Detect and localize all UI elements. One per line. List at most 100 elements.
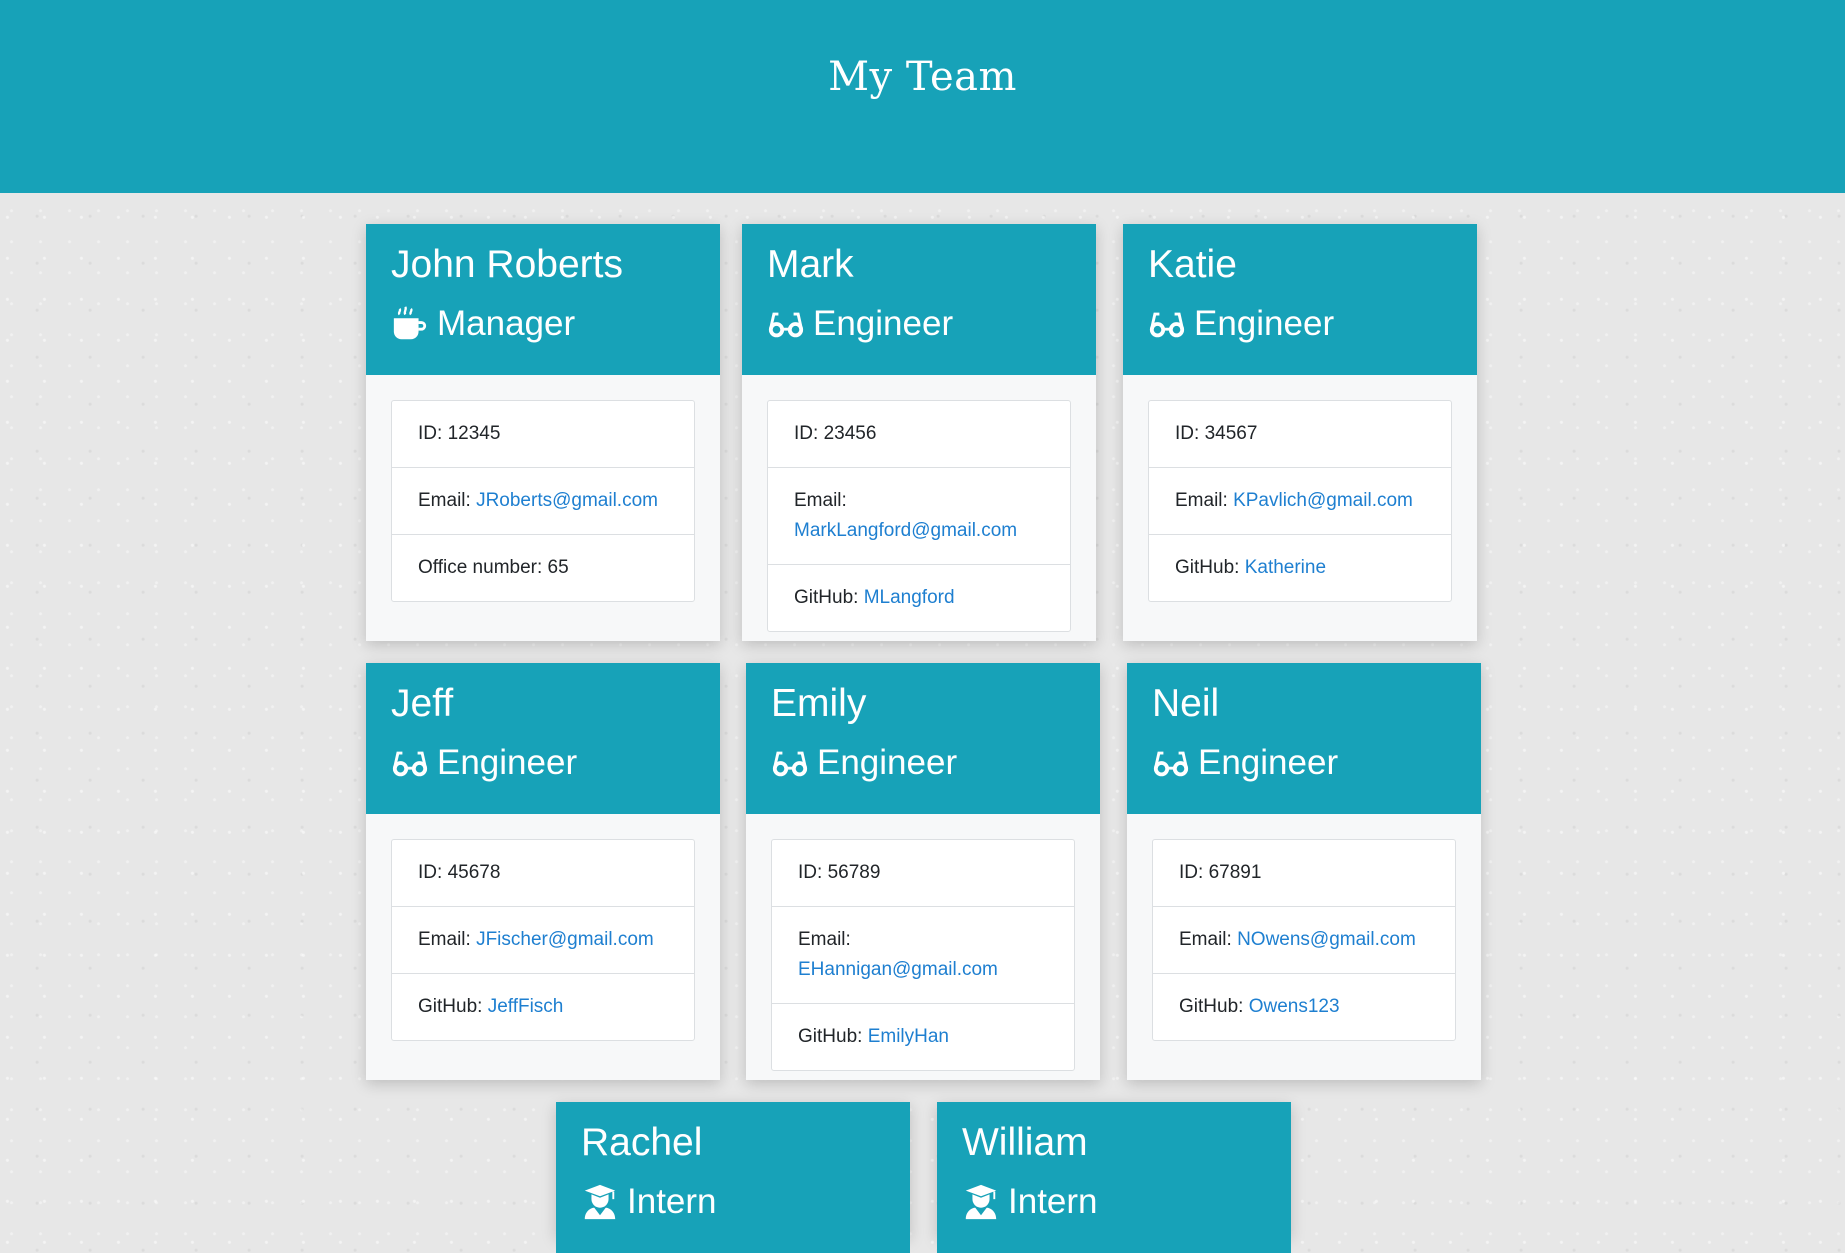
card-header: John Roberts Manager xyxy=(366,224,720,375)
github-link[interactable]: JeffFisch xyxy=(488,996,564,1017)
id-value: 67891 xyxy=(1208,862,1262,883)
id-value: 23456 xyxy=(823,423,877,444)
github-label: GitHub: xyxy=(1175,557,1245,578)
email-row: Email: JRoberts@gmail.com xyxy=(392,467,694,534)
employee-card: Jeff Engineer ID: 45678 Email: JFischer@… xyxy=(366,663,720,1080)
github-label: GitHub: xyxy=(1179,996,1249,1017)
employee-card: Emily Engineer ID: 56789 Email: EHanniga… xyxy=(746,663,1100,1080)
github-label: GitHub: xyxy=(418,996,488,1017)
github-row: GitHub: Katherine xyxy=(1149,534,1451,601)
github-row: GitHub: JeffFisch xyxy=(392,973,694,1040)
id-value: 56789 xyxy=(827,862,881,883)
role-label: Engineer xyxy=(1198,743,1339,782)
employee-name: Jeff xyxy=(391,682,454,725)
email-label: Email: xyxy=(1179,929,1238,950)
employee-card: Rachel Intern xyxy=(556,1102,910,1253)
employee-name: Neil xyxy=(1152,682,1220,725)
id-row: ID: 45678 xyxy=(392,840,694,906)
employee-card: William Intern xyxy=(937,1102,1291,1253)
id-value: 45678 xyxy=(447,862,501,883)
role-label: Engineer xyxy=(437,743,578,782)
office-value: 65 xyxy=(547,557,569,578)
details-list: ID: 23456 Email: MarkLangford@gmail.com … xyxy=(767,400,1071,632)
employee-name: William xyxy=(962,1121,1088,1164)
employee-card: Mark Engineer ID: 23456 Email: MarkLangf… xyxy=(742,224,1096,641)
employee-card: Katie Engineer ID: 34567 Email: KPavlich… xyxy=(1123,224,1477,641)
github-link[interactable]: Katherine xyxy=(1245,557,1326,578)
employee-card: John Roberts Manager ID: 12345 Email: JR… xyxy=(366,224,720,641)
employee-role: Engineer xyxy=(391,741,695,785)
card-header: Emily Engineer xyxy=(746,663,1100,814)
email-label: Email: xyxy=(794,490,847,511)
role-label: Engineer xyxy=(813,304,954,343)
github-label: GitHub: xyxy=(794,587,864,608)
email-row: Email: MarkLangford@gmail.com xyxy=(768,467,1070,564)
id-label: ID: xyxy=(1175,423,1205,444)
github-link[interactable]: EmilyHan xyxy=(868,1026,949,1047)
id-label: ID: xyxy=(1179,862,1209,883)
details-list: ID: 34567 Email: KPavlich@gmail.com GitH… xyxy=(1148,400,1452,602)
card-header: Jeff Engineer xyxy=(366,663,720,814)
github-row: GitHub: EmilyHan xyxy=(772,1003,1074,1070)
email-row: Email: NOwens@gmail.com xyxy=(1153,906,1455,973)
glasses-icon xyxy=(768,312,804,338)
id-value: 12345 xyxy=(447,423,501,444)
details-list: ID: 56789 Email: EHannigan@gmail.com Git… xyxy=(771,839,1075,1071)
id-label: ID: xyxy=(798,862,828,883)
card-header: Mark Engineer xyxy=(742,224,1096,375)
employee-name: Katie xyxy=(1148,243,1237,286)
email-label: Email: xyxy=(418,929,477,950)
email-label: Email: xyxy=(1175,490,1234,511)
role-label: Intern xyxy=(1008,1182,1098,1221)
employee-role: Engineer xyxy=(767,302,1071,346)
mug-icon xyxy=(393,306,427,340)
employee-role: Intern xyxy=(962,1180,1266,1224)
details-list: ID: 67891 Email: NOwens@gmail.com GitHub… xyxy=(1152,839,1456,1041)
email-link[interactable]: MarkLangford@gmail.com xyxy=(794,520,1017,541)
glasses-icon xyxy=(1153,751,1189,777)
glasses-icon xyxy=(392,751,428,777)
employee-role: Engineer xyxy=(1148,302,1452,346)
employee-name: Mark xyxy=(767,243,854,286)
employee-role: Engineer xyxy=(1152,741,1456,785)
employee-role: Intern xyxy=(581,1180,885,1224)
details-list: ID: 45678 Email: JFischer@gmail.com GitH… xyxy=(391,839,695,1041)
office-label: Office number: xyxy=(418,557,548,578)
id-label: ID: xyxy=(794,423,824,444)
employee-name: Emily xyxy=(771,682,867,725)
graduate-icon xyxy=(584,1184,616,1220)
card-header: William Intern xyxy=(937,1102,1291,1253)
employee-role: Engineer xyxy=(771,741,1075,785)
card-header: Katie Engineer xyxy=(1123,224,1477,375)
email-label: Email: xyxy=(418,490,477,511)
page-header: My Team xyxy=(0,0,1845,193)
email-row: Email: EHannigan@gmail.com xyxy=(772,906,1074,1003)
email-link[interactable]: JFischer@gmail.com xyxy=(476,929,654,950)
employee-name: Rachel xyxy=(581,1121,703,1164)
id-row: ID: 56789 xyxy=(772,840,1074,906)
id-row: ID: 23456 xyxy=(768,401,1070,467)
email-label: Email: xyxy=(798,929,851,950)
card-header: Rachel Intern xyxy=(556,1102,910,1253)
github-link[interactable]: Owens123 xyxy=(1249,996,1340,1017)
id-label: ID: xyxy=(418,423,448,444)
email-row: Email: KPavlich@gmail.com xyxy=(1149,467,1451,534)
github-label: GitHub: xyxy=(798,1026,868,1047)
graduate-icon xyxy=(965,1184,997,1220)
email-link[interactable]: EHannigan@gmail.com xyxy=(798,959,998,980)
email-link[interactable]: NOwens@gmail.com xyxy=(1237,929,1416,950)
email-row: Email: JFischer@gmail.com xyxy=(392,906,694,973)
id-value: 34567 xyxy=(1204,423,1258,444)
email-link[interactable]: KPavlich@gmail.com xyxy=(1233,490,1413,511)
glasses-icon xyxy=(1149,312,1185,338)
github-row: GitHub: Owens123 xyxy=(1153,973,1455,1040)
email-link[interactable]: JRoberts@gmail.com xyxy=(476,490,658,511)
github-link[interactable]: MLangford xyxy=(864,587,955,608)
card-header: Neil Engineer xyxy=(1127,663,1481,814)
employee-role: Manager xyxy=(391,302,695,346)
role-label: Engineer xyxy=(817,743,958,782)
employee-name: John Roberts xyxy=(391,243,623,286)
github-row: GitHub: MLangford xyxy=(768,564,1070,631)
employee-card: Neil Engineer ID: 67891 Email: NOwens@gm… xyxy=(1127,663,1481,1080)
role-label: Intern xyxy=(627,1182,717,1221)
